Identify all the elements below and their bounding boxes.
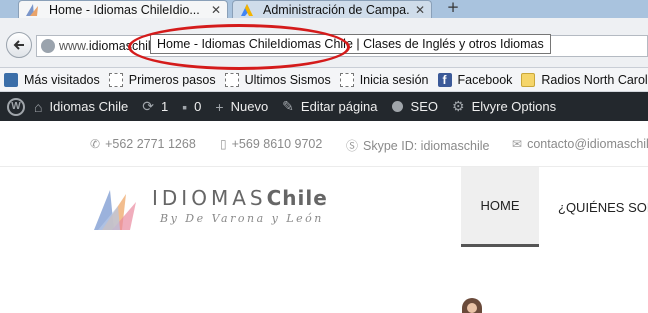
menu-item-quienes-somos[interactable]: ¿QUIÉNES SOM — [558, 200, 648, 215]
bookmark-mas-visitados[interactable]: Más visitados — [4, 72, 100, 87]
bookmark-label: Radios North Carolina — [541, 72, 648, 87]
back-button[interactable] — [6, 32, 32, 58]
bookmark-label: Primeros pasos — [128, 72, 216, 87]
wp-site-name[interactable]: ⌂ Idiomas Chile — [34, 99, 128, 115]
plus-icon: + — [215, 98, 224, 115]
phone-text: +562 2771 1268 — [105, 137, 196, 151]
contact-skype[interactable]: Ⓢ Skype ID: idiomaschile — [346, 137, 489, 154]
new-label: Nuevo — [230, 99, 269, 114]
wp-seo[interactable]: SEO — [391, 99, 438, 114]
globe-icon — [41, 39, 55, 53]
bookmark-label: Más visitados — [24, 72, 100, 87]
close-tab-icon[interactable]: ✕ — [211, 3, 221, 17]
url-domain: idiomaschil — [88, 39, 151, 53]
contact-bar: ✆ +562 2771 1268 ▯ +569 8610 9702 Ⓢ Skyp… — [0, 121, 648, 167]
contact-phone: ✆ +562 2771 1268 — [90, 137, 196, 151]
logo-title[interactable]: IDIOMASChile — [152, 186, 328, 210]
contact-mobile: ▯ +569 8610 9702 — [220, 137, 322, 151]
page-icon — [224, 72, 239, 87]
logo-subtitle: By De Varona y León — [160, 212, 324, 225]
idiomas-chile-logo-icon[interactable] — [92, 184, 140, 232]
seo-status-icon — [391, 101, 403, 112]
home-icon: ⌂ — [34, 98, 43, 115]
bookmark-label: Ultimos Sismos — [244, 72, 331, 87]
tab-idiomas-chile[interactable]: Home - Idiomas ChileIdio... ✕ — [18, 0, 228, 18]
email-text: contacto@idiomaschil — [527, 137, 648, 151]
menu-item-home[interactable]: HOME — [461, 167, 539, 247]
wp-new[interactable]: + Nuevo — [215, 99, 268, 115]
skype-icon: Ⓢ — [346, 139, 359, 153]
page-icon — [108, 72, 123, 87]
bookmark-primeros-pasos[interactable]: Primeros pasos — [108, 72, 216, 87]
logo-title-idiomas: IDIOMAS — [152, 186, 267, 210]
new-tab-button[interactable]: + — [444, 0, 462, 16]
tab-label: Home - Idiomas ChileIdio... — [49, 2, 200, 17]
seo-label: SEO — [410, 99, 438, 114]
bookmark-label: Inicia sesión — [359, 72, 429, 87]
wp-elvyre-options[interactable]: ⚙ Elvyre Options — [452, 98, 556, 115]
refresh-icon: ⟳ — [142, 98, 154, 114]
envelope-icon: ✉ — [512, 137, 523, 151]
page-icon — [339, 72, 354, 87]
tab-label: Administración de Campa... — [263, 2, 409, 17]
url-text: www.idiomaschil — [59, 39, 151, 53]
contact-email[interactable]: ✉ contacto@idiomaschil — [512, 137, 648, 151]
bookmark-inicia-sesion[interactable]: Inicia sesión — [339, 72, 429, 87]
pencil-icon: ✎ — [282, 98, 294, 114]
site-name-label: Idiomas Chile — [49, 99, 129, 114]
person-photo — [462, 298, 482, 313]
bookmark-label: Facebook — [457, 72, 513, 87]
comments-count: 0 — [194, 99, 202, 114]
gear-icon: ⚙ — [452, 98, 465, 114]
wp-edit-page[interactable]: ✎ Editar página — [282, 98, 377, 115]
tab-strip: Home - Idiomas ChileIdio... ✕ Administra… — [0, 0, 648, 18]
logo-title-chile: Chile — [266, 186, 328, 210]
bookmarks-bar: Más visitados Primeros pasos Ultimos Sis… — [0, 68, 648, 92]
mobile-text: +569 8610 9702 — [231, 137, 323, 151]
skype-text: Skype ID: idiomaschile — [363, 138, 490, 153]
url-prefix: www. — [59, 39, 89, 53]
bookmark-radios-north-carolina[interactable]: Radios North Carolina — [521, 72, 648, 87]
bookmark-facebook[interactable]: f Facebook — [437, 72, 513, 87]
phone-icon: ✆ — [90, 137, 101, 151]
edit-label: Editar página — [300, 99, 378, 114]
idiomas-logo-icon — [26, 3, 38, 16]
star-icon — [4, 72, 18, 87]
updates-count: 1 — [160, 99, 169, 114]
bookmark-ultimos-sismos[interactable]: Ultimos Sismos — [224, 72, 331, 87]
wordpress-icon[interactable]: W — [7, 97, 25, 116]
comment-icon: ▪ — [182, 98, 188, 115]
wp-updates[interactable]: ⟳ 1 — [142, 98, 168, 115]
close-tab-icon[interactable]: ✕ — [415, 3, 425, 17]
back-arrow-icon — [13, 40, 24, 50]
tab-title-tooltip: Home - Idiomas ChileIdiomas Chile | Clas… — [150, 34, 551, 54]
facebook-icon: f — [437, 72, 452, 87]
options-label: Elvyre Options — [471, 99, 557, 114]
wp-comments[interactable]: ▪ 0 — [182, 99, 201, 115]
wp-admin-bar: W ⌂ Idiomas Chile ⟳ 1 ▪ 0 + Nuevo ✎ Edit… — [0, 92, 648, 121]
tab-adwords[interactable]: Administración de Campa... ✕ — [232, 0, 432, 18]
adwords-icon — [241, 3, 253, 16]
folder-icon — [521, 72, 536, 87]
mobile-icon: ▯ — [220, 137, 227, 151]
